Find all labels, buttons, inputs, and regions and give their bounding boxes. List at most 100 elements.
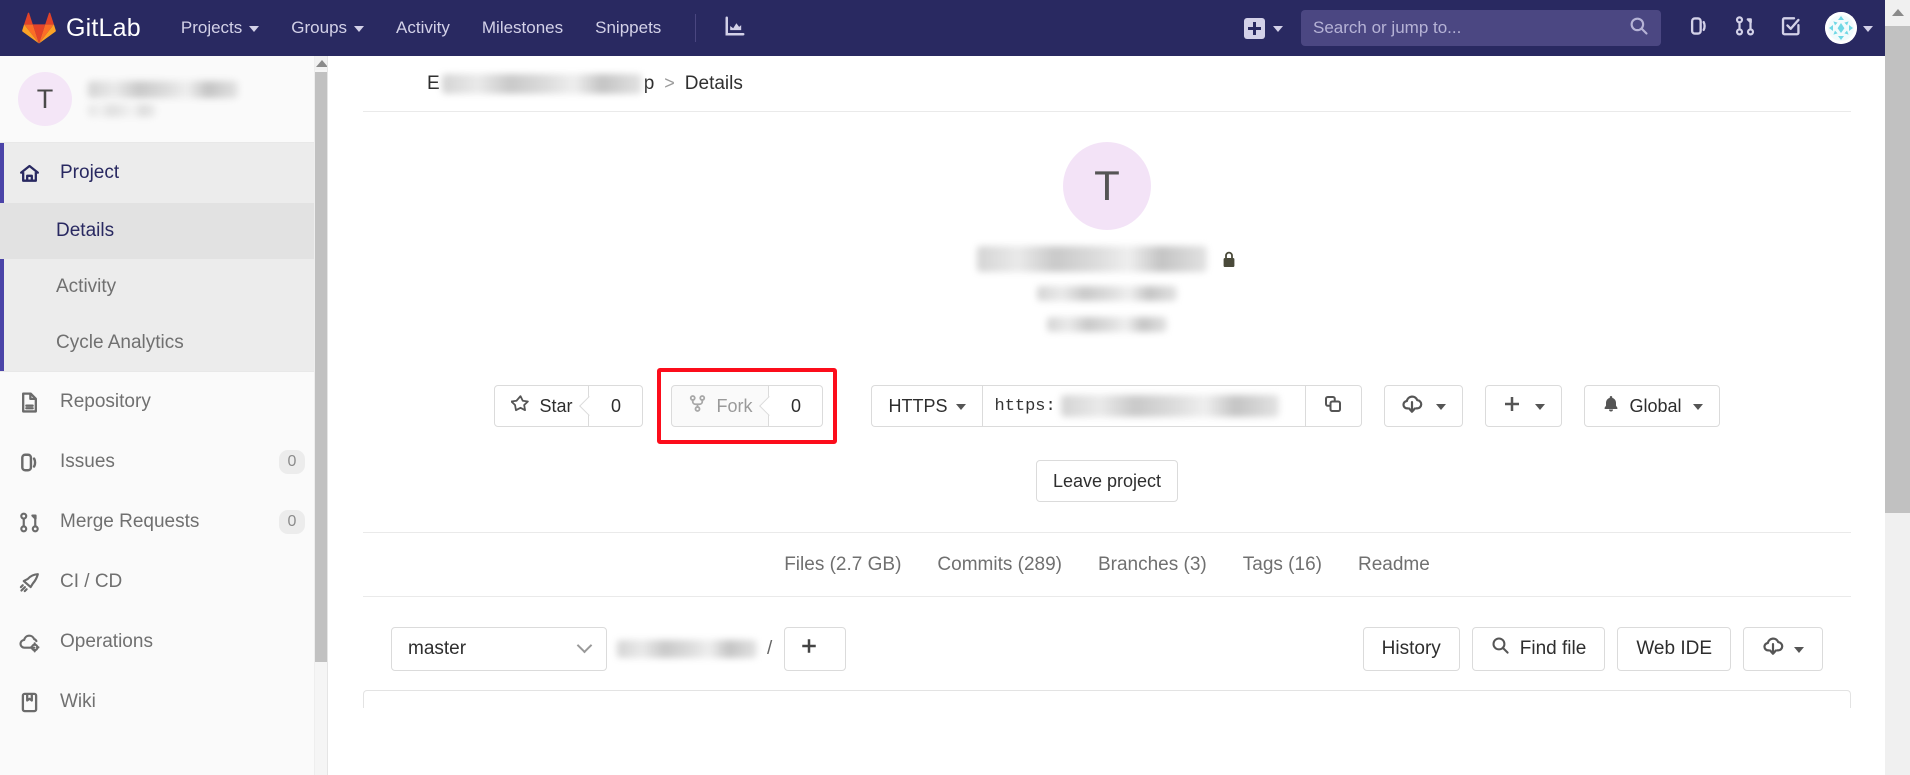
nav-link-activity[interactable]: Activity [380,0,466,56]
user-avatar[interactable] [1825,12,1857,44]
nav-link-groups-label: Groups [291,18,348,37]
plus-icon [1502,394,1522,419]
stat-commits[interactable]: Commits (289) [937,554,1062,576]
nav-link-projects-label: Projects [180,18,243,37]
gitlab-home-link[interactable]: GitLab [0,0,165,56]
fork-button-label: Fork [716,395,753,416]
search-box[interactable] [1301,10,1661,46]
merge-requests-icon [1734,15,1756,42]
brand-name: GitLab [66,13,141,42]
issues-icon [1688,15,1710,42]
home-icon [18,162,44,185]
star-count[interactable]: 0 [589,385,644,427]
nav-link-projects[interactable]: Projects [165,0,275,56]
document-icon [18,391,44,414]
caret-down-icon [955,404,966,410]
repository-toolbar-actions: History Find file Web IDE [1362,626,1823,671]
stat-files[interactable]: Files (2.7 GB) [784,554,901,576]
issues-nav-button[interactable] [1677,6,1721,50]
analytics-link[interactable] [714,0,756,56]
project-title-row [977,246,1237,272]
sidebar-item-details[interactable]: Details [0,203,327,259]
nav-link-milestones[interactable]: Milestones [466,0,579,56]
breadcrumb-current: Details [684,72,743,94]
rocket-icon [18,571,44,594]
sidebar-item-wiki[interactable]: Wiki [0,672,327,732]
history-button-label: History [1381,637,1441,659]
project-title-redacted [977,246,1207,272]
project-stats-bar: Files (2.7 GB) Commits (289) Branches (3… [363,532,1851,596]
sidebar-item-cycle-analytics[interactable]: Cycle Analytics [0,315,327,371]
nav-link-snippets[interactable]: Snippets [579,0,677,56]
project-sidebar: T Project Details Activity Cycle Analyti… [0,56,328,775]
sidebar-item-ci-cd[interactable]: CI / CD [0,552,327,612]
sidebar-scrollbar-thumb[interactable] [315,72,327,662]
clone-url-prefix: https: [994,396,1056,416]
clone-url-group: HTTPS https: [871,385,1362,427]
page-scroll-up-arrow[interactable] [1885,0,1910,25]
user-menu-chevron-down-icon[interactable] [1863,26,1873,32]
merge-requests-nav-button[interactable] [1723,6,1767,50]
page-scrollbar[interactable] [1885,0,1910,775]
add-to-project-button[interactable] [1484,385,1562,427]
download-cloud-icon [1762,635,1784,663]
caret-down-icon [1692,404,1703,410]
notification-setting-label: Global [1629,395,1682,416]
star-button[interactable]: Star [494,385,590,427]
download-repo-button[interactable] [1743,626,1823,671]
caret-down-icon [1534,404,1545,410]
search-input[interactable] [1313,18,1629,38]
sidebar-item-ci-cd-label: CI / CD [60,571,123,592]
new-item-dropdown[interactable] [1234,17,1293,39]
sidebar-item-merge-requests[interactable]: Merge Requests 0 [0,492,327,552]
fork-button[interactable]: Fork [671,385,770,427]
history-button[interactable]: History [1362,626,1460,671]
fork-highlight-box: Fork 0 [657,368,838,444]
sidebar-scrollbar[interactable] [314,56,327,775]
caret-down-icon [1794,646,1804,653]
sidebar-item-repository[interactable]: Repository [0,372,327,432]
notification-setting-button[interactable]: Global [1583,385,1720,427]
sidebar-item-merge-requests-label: Merge Requests [60,511,200,532]
sidebar-scroll-up-arrow[interactable] [315,56,327,70]
chevron-down-icon [249,26,260,32]
sidebar-item-issues[interactable]: Issues 0 [0,432,327,492]
clone-protocol-dropdown[interactable]: HTTPS [871,385,982,427]
branch-selector[interactable]: master [391,626,607,671]
search-icon [1629,16,1649,41]
sidebar-item-merge-requests-badge: 0 [279,510,305,534]
chevron-down-icon [576,637,593,654]
find-file-button[interactable]: Find file [1471,626,1606,671]
breadcrumb: E p > Details [363,56,1851,112]
clone-url-field[interactable]: https: [981,385,1306,427]
todos-nav-button[interactable] [1769,6,1813,50]
add-file-dropdown[interactable] [784,626,847,671]
sidebar-item-project[interactable]: Project [0,143,327,203]
web-ide-button[interactable]: Web IDE [1617,626,1731,671]
merge-requests-icon [18,511,44,534]
copy-url-button[interactable] [1305,385,1362,427]
sidebar-item-activity[interactable]: Activity [0,259,327,315]
nav-link-groups[interactable]: Groups [275,0,380,56]
fork-count[interactable]: 0 [769,385,824,427]
star-button-group: Star 0 [494,385,644,427]
sidebar-item-project-label: Project [60,162,120,183]
stat-readme[interactable]: Readme [1358,554,1430,576]
page-scrollbar-thumb[interactable] [1885,26,1910,513]
download-source-button[interactable] [1383,385,1463,427]
fork-icon [688,394,707,418]
main-content: E p > Details T Star 0 Fork 0 HTTPS http… [329,56,1885,775]
sidebar-item-activity-label: Activity [56,276,117,297]
chevron-down-icon [1273,26,1283,32]
sidebar-project-header[interactable]: T [0,56,327,142]
sidebar-item-operations[interactable]: Operations [0,612,327,672]
download-cloud-icon [1401,393,1423,420]
stat-tags[interactable]: Tags (16) [1243,554,1322,576]
stat-branches[interactable]: Branches (3) [1098,554,1207,576]
nav-link-milestones-label: Milestones [481,18,564,37]
sidebar-project-name-redacted [88,81,238,117]
web-ide-button-label: Web IDE [1636,637,1712,659]
sidebar-item-operations-label: Operations [60,631,153,652]
leave-project-button[interactable]: Leave project [1035,460,1179,502]
plus-square-icon [1244,17,1265,39]
